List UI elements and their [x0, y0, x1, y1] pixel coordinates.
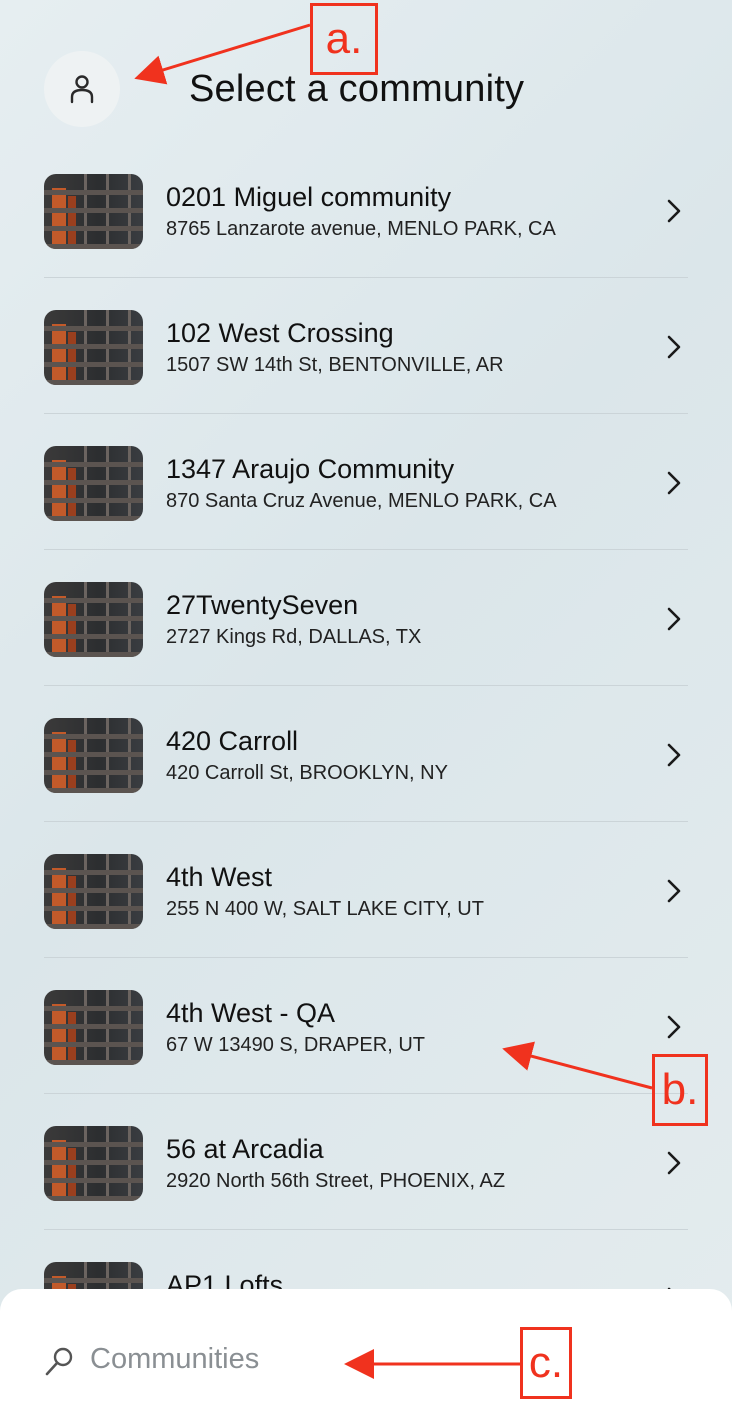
search-sheet: Communities [0, 1289, 732, 1416]
community-row[interactable]: 102 West Crossing 1507 SW 14th St, BENTON… [44, 278, 688, 414]
community-row[interactable]: 56 at Arcadia 2920 North 56th Street, PHO… [44, 1094, 688, 1230]
community-thumbnail [44, 990, 143, 1065]
annotation-a-label: a. [325, 14, 363, 63]
chevron-right-icon [667, 199, 681, 223]
community-address: 255 N 400 W, SALT LAKE CITY, UT [166, 898, 484, 920]
community-name: 4th West - QA [166, 998, 336, 1028]
community-row[interactable]: 420 Carroll 420 Carroll St, BROOKLYN, NY [44, 686, 688, 822]
community-thumbnail [44, 310, 143, 385]
community-thumbnail [44, 718, 143, 793]
annotation-b-label: b. [661, 1065, 699, 1114]
community-name: 420 Carroll [166, 726, 299, 756]
chevron-right-icon [667, 335, 681, 359]
community-row[interactable]: 4th West 255 N 400 W, SALT LAKE CITY, UT [44, 822, 688, 958]
community-address: 8765 Lanzarote avenue, MENLO PARK, CA [166, 218, 556, 240]
person-icon [70, 75, 94, 104]
community-thumbnail [44, 1126, 143, 1201]
community-thumbnail [44, 174, 143, 249]
annotation-b: b. [652, 1054, 708, 1126]
annotation-c: c. [520, 1327, 572, 1399]
community-row[interactable]: 27TwentySeven 2727 Kings Rd, DALLAS, TX [44, 550, 688, 686]
community-thumbnail [44, 582, 143, 657]
profile-button[interactable] [44, 51, 120, 127]
chevron-right-icon [667, 471, 681, 495]
community-name: 27TwentySeven [166, 590, 359, 620]
community-address: 420 Carroll St, BROOKLYN, NY [166, 762, 448, 784]
community-thumbnail [44, 446, 143, 521]
community-row[interactable]: 1347 Araujo Community 870 Santa Cruz Aven… [44, 414, 688, 550]
community-name: 1347 Araujo Community [166, 454, 455, 484]
chevron-right-icon [667, 1151, 681, 1175]
community-selector-screen: Select a community 0201 Miguel community… [0, 0, 732, 1416]
community-address: 870 Santa Cruz Avenue, MENLO PARK, CA [166, 490, 557, 512]
community-name: 4th West [166, 862, 273, 892]
chevron-right-icon [667, 879, 681, 903]
community-row[interactable]: 0201 Miguel community 8765 Lanzarote aven… [44, 142, 688, 278]
community-name: 0201 Miguel community [166, 182, 452, 212]
annotation-a: a. [310, 3, 378, 75]
community-thumbnail [44, 854, 143, 929]
community-name: 102 West Crossing [166, 318, 394, 348]
chevron-right-icon [667, 743, 681, 767]
community-address: 2920 North 56th Street, PHOENIX, AZ [166, 1170, 506, 1192]
community-address: 2727 Kings Rd, DALLAS, TX [166, 626, 422, 648]
search-icon [45, 1347, 73, 1376]
community-address: 1507 SW 14th St, BENTONVILLE, AR [166, 354, 504, 376]
chevron-right-icon [667, 607, 681, 631]
community-row[interactable]: 4th West - QA 67 W 13490 S, DRAPER, UT [44, 958, 688, 1094]
community-list[interactable]: 0201 Miguel community 8765 Lanzarote aven… [44, 142, 688, 1366]
community-address: 67 W 13490 S, DRAPER, UT [166, 1034, 425, 1056]
search-input[interactable]: Communities [90, 1343, 259, 1376]
annotation-c-label: c. [528, 1338, 564, 1387]
community-name: 56 at Arcadia [166, 1134, 324, 1164]
chevron-right-icon [667, 1015, 681, 1039]
